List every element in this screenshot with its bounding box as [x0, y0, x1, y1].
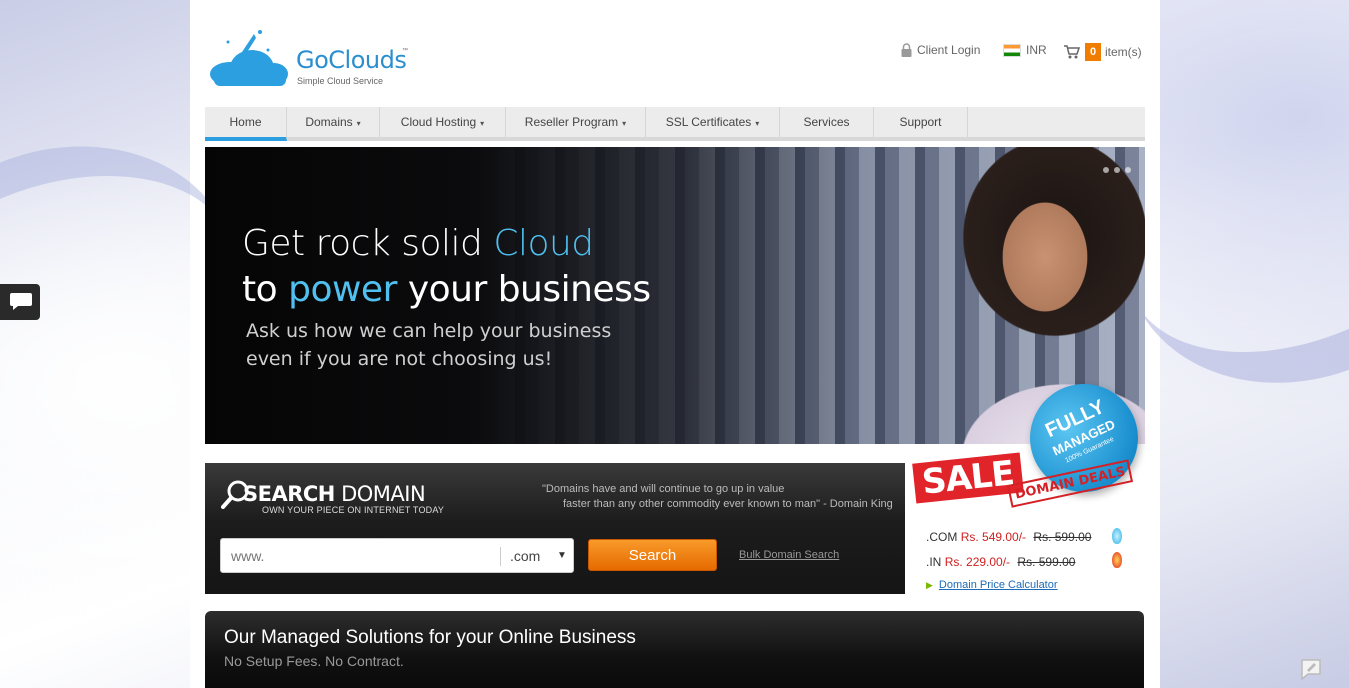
hero-subtext-line2: even if you are not choosing us! [246, 348, 553, 370]
managed-solutions-title: Our Managed Solutions for your Online Bu… [224, 627, 636, 648]
tld-separator [500, 547, 501, 566]
chevron-down-icon: ▾ [755, 119, 760, 128]
tld-name: .COM [926, 530, 958, 544]
nav-item-label: SSL Certificates [665, 115, 752, 129]
cart-icon [1064, 45, 1080, 59]
logo-trademark: ™ [402, 48, 408, 54]
cool-flame-icon [1112, 528, 1122, 544]
currency-selector[interactable]: INR [1003, 43, 1047, 57]
nav-item-label: Home [229, 115, 262, 129]
nav-item-cloud-hosting[interactable]: Cloud Hosting ▾ [380, 107, 506, 137]
lock-icon [901, 43, 912, 57]
sale-price: Rs. 549.00/- [960, 530, 1027, 544]
hero-banner[interactable]: Get rock solid Cloud to power your busin… [205, 147, 1145, 444]
original-price: Rs. 599.00 [1033, 530, 1092, 544]
chevron-down-icon: ▾ [356, 119, 361, 128]
currency-label: INR [1026, 43, 1047, 57]
bulk-domain-search-link[interactable]: Bulk Domain Search [739, 549, 839, 561]
nav-item-reseller-program[interactable]: Reseller Program ▾ [506, 107, 646, 137]
hero-headline-line2: to power your business [242, 269, 651, 310]
nav-item-services[interactable]: Services [780, 107, 874, 137]
nav-item-domains[interactable]: Domains ▾ [287, 107, 380, 137]
tld-name: .IN [926, 555, 942, 569]
play-arrow-icon: ▶ [926, 580, 933, 590]
hero-headline-line1: Get rock solid Cloud [242, 223, 594, 264]
original-price: Rs. 599.00 [1017, 555, 1076, 569]
domain-price-calculator: ▶ Domain Price Calculator [926, 579, 1058, 591]
nav-item-label: Cloud Hosting [400, 115, 477, 129]
logo-tagline: Simple Cloud Service [297, 76, 384, 86]
logo-name: GoClouds [296, 46, 407, 74]
domain-quote-line2: faster than any other commodity ever kno… [563, 498, 893, 510]
hot-flame-icon [1112, 552, 1122, 568]
chevron-down-icon: ▼ [557, 550, 567, 561]
managed-solutions-subtitle: No Setup Fees. No Contract. [224, 653, 404, 669]
chat-bubble-icon [10, 293, 32, 310]
tld-select[interactable]: .com [510, 548, 540, 564]
main-nav: Home Domains ▾ Cloud Hosting ▾ Reseller Pr… [205, 107, 1145, 141]
client-login-link[interactable]: Client Login [901, 43, 980, 57]
chevron-down-icon: ▾ [622, 119, 627, 128]
search-domain-panel: SEARCH DOMAIN OWN YOUR PIECE ON INTERNET… [205, 463, 905, 594]
domain-search-field: .com ▼ [220, 538, 574, 573]
managed-solutions-panel: Our Managed Solutions for your Online Bu… [205, 611, 1144, 688]
domain-quote-line1: "Domains have and will continue to go up… [542, 483, 785, 495]
domain-price-calculator-link[interactable]: Domain Price Calculator [939, 579, 1058, 591]
cart-link[interactable]: 0 item(s) [1064, 43, 1142, 61]
nav-item-label: Reseller Program [524, 115, 619, 129]
chevron-down-icon: ▾ [480, 119, 485, 128]
india-flag-icon [1003, 43, 1021, 57]
live-chat-tab[interactable] [0, 284, 40, 320]
cart-label: item(s) [1105, 45, 1142, 59]
domain-deals-stamp: DOMAIN DEALS [1006, 459, 1134, 508]
logo[interactable]: GoClouds ™ Simple Cloud Service [208, 28, 408, 92]
slider-dots[interactable] [1103, 167, 1131, 173]
nav-item-label: Support [899, 115, 942, 129]
sale-price: Rs. 229.00/- [944, 555, 1011, 569]
price-row-com: .COM Rs. 549.00/- Rs. 599.00 [926, 530, 1091, 544]
nav-item-label: Domains [305, 115, 353, 129]
cart-count-badge: 0 [1085, 43, 1101, 61]
feedback-icon[interactable] [1298, 656, 1324, 680]
search-domain-subtitle: OWN YOUR PIECE ON INTERNET TODAY [262, 505, 445, 515]
search-domain-title: SEARCH DOMAIN [243, 482, 426, 506]
nav-item-ssl-certificates[interactable]: SSL Certificates ▾ [646, 107, 780, 137]
nav-item-support[interactable]: Support [874, 107, 968, 137]
nav-item-home[interactable]: Home [205, 107, 287, 141]
sale-label: SALE [912, 452, 1024, 504]
search-button[interactable]: Search [588, 539, 717, 571]
sale-banner[interactable]: SALE DOMAIN DEALS [912, 450, 1137, 530]
domain-search-input[interactable] [229, 547, 493, 565]
client-login-label: Client Login [917, 43, 981, 57]
price-row-in: .IN Rs. 229.00/- Rs. 599.00 [926, 555, 1075, 569]
nav-item-label: Services [803, 115, 850, 129]
cloud-rocket-icon [210, 30, 288, 86]
hero-subtext-line1: Ask us how we can help your business [246, 320, 612, 342]
